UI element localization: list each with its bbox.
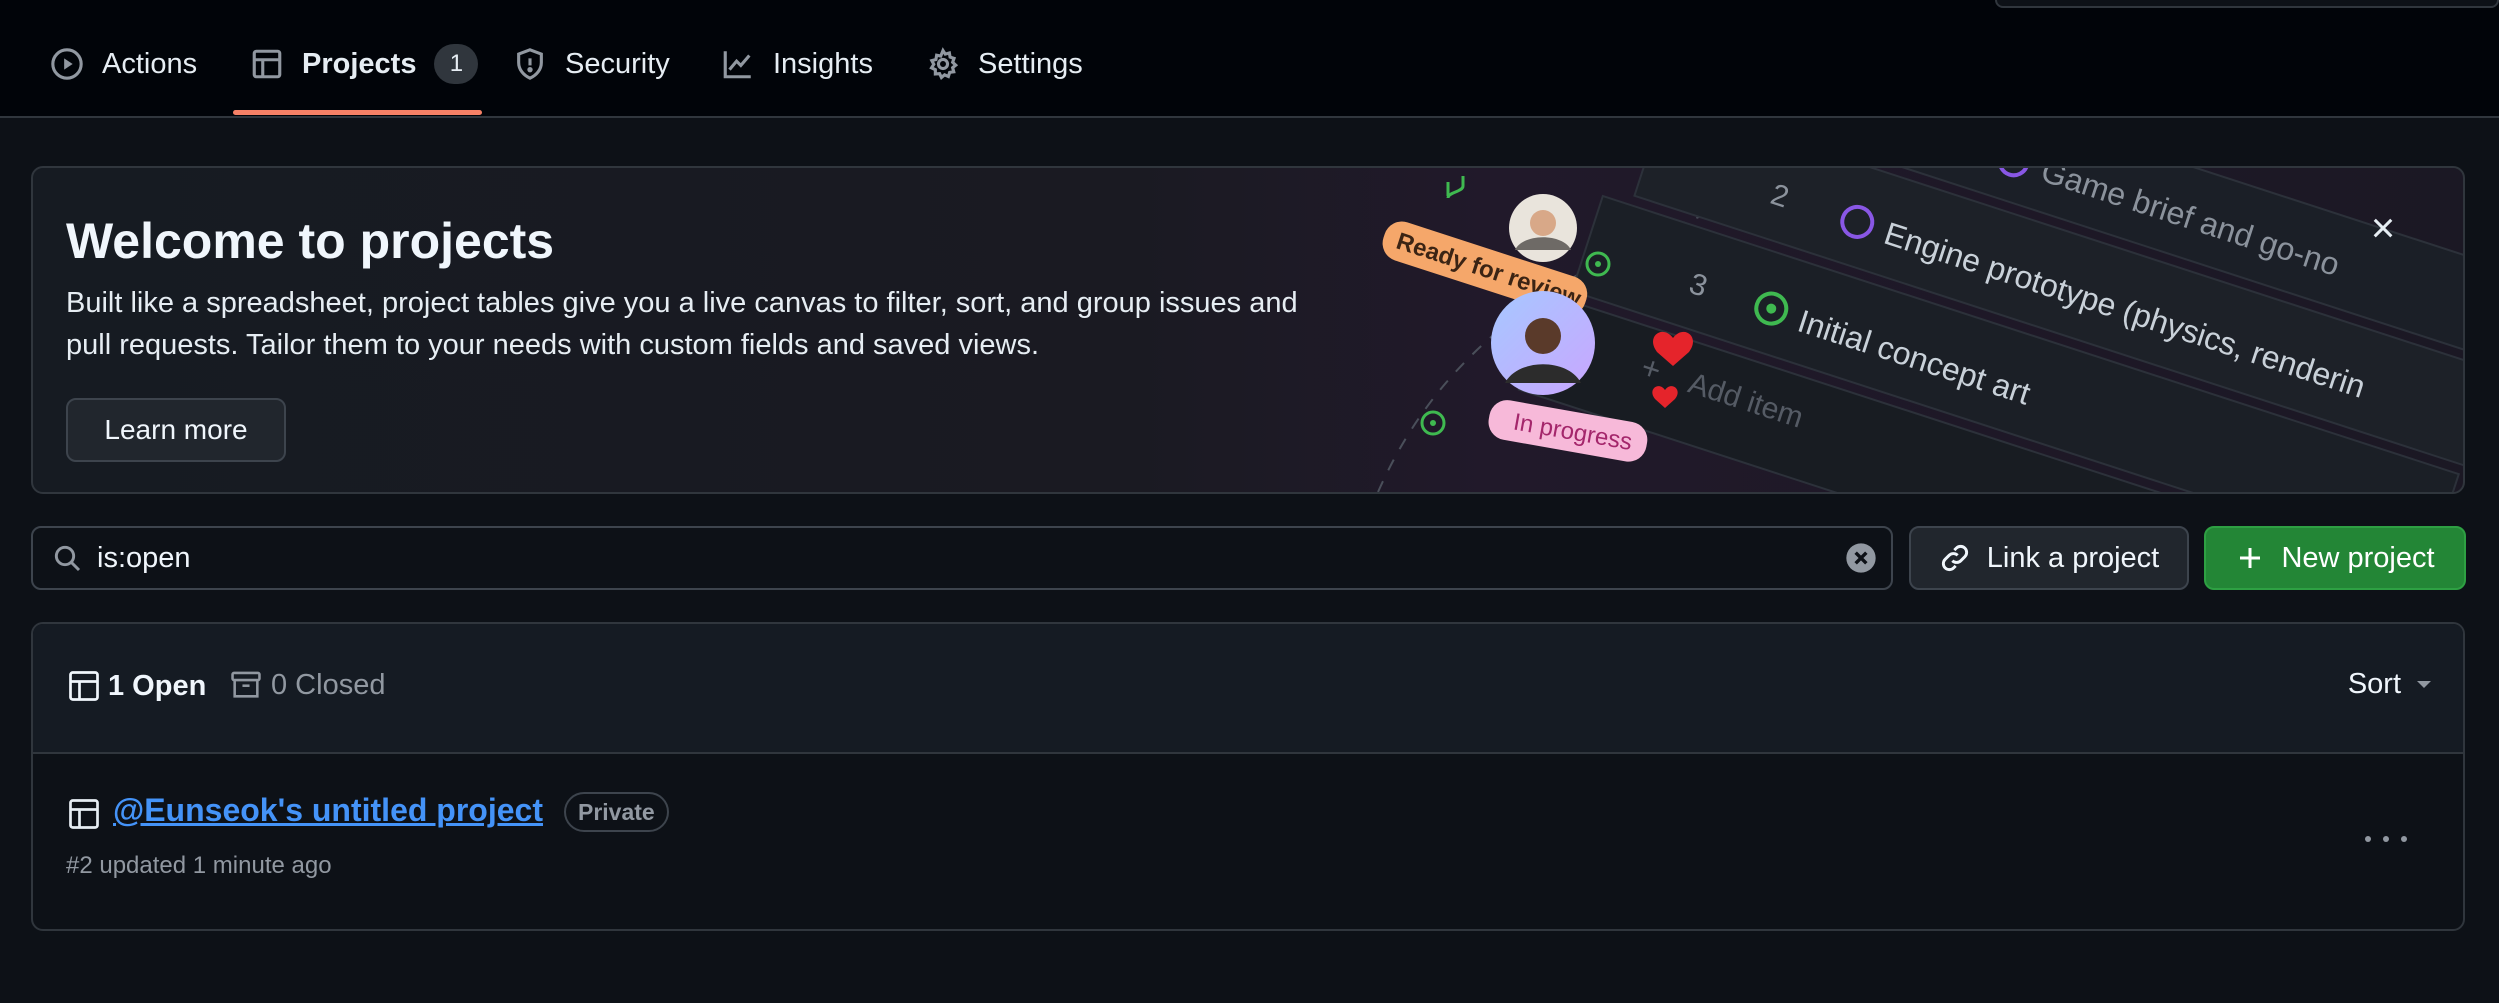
project-title-link[interactable]: @Eunseok's untitled project <box>113 792 543 829</box>
learn-more-button[interactable]: Learn more <box>66 398 286 462</box>
table-icon <box>69 799 99 829</box>
plus-icon <box>2240 548 2261 568</box>
link-project-button[interactable]: Link a project <box>1909 526 2189 590</box>
open-filter[interactable]: 1 Open <box>66 668 206 704</box>
closed-filter[interactable]: 0 Closed <box>229 668 385 702</box>
archive-icon <box>231 671 261 698</box>
search-query-value[interactable]: is:open <box>97 542 191 575</box>
banner-title: Welcome to projects <box>66 213 555 269</box>
tab-label: Projects <box>302 47 417 80</box>
banner-illustration: Game brief and go-no ype 2 Engine protot… <box>1377 168 2463 492</box>
play-circle-icon <box>51 48 83 80</box>
projects-list: 1 Open 0 Closed Sort @Eunseok's untitled… <box>31 622 2465 931</box>
more-options-icon[interactable] <box>2365 824 2407 854</box>
project-row: @Eunseok's untitled project Private #2 u… <box>33 754 2463 927</box>
clear-search-icon[interactable] <box>1845 542 1877 574</box>
tab-counter: 1 <box>434 44 479 84</box>
closed-count-label: 0 Closed <box>271 668 386 701</box>
tab-actions[interactable]: Actions <box>50 42 197 86</box>
tab-insights[interactable]: Insights <box>721 42 873 86</box>
link-project-label: Link a project <box>1986 541 2160 574</box>
tab-security[interactable]: Security <box>513 42 670 86</box>
caret-down-icon <box>2417 680 2431 688</box>
new-project-button[interactable]: New project <box>2204 526 2466 590</box>
active-tab-indicator <box>233 110 482 115</box>
tab-label: Insights <box>773 47 873 80</box>
tab-projects[interactable]: Projects 1 <box>250 42 479 86</box>
repo-nav: Actions Projects 1 Security Insights Set… <box>0 0 2499 118</box>
table-icon <box>252 49 282 79</box>
open-count-label: 1 Open <box>108 669 207 702</box>
graph-icon <box>723 51 751 79</box>
banner-description: Built like a spreadsheet, project tables… <box>66 287 1298 361</box>
tab-label: Settings <box>978 47 1083 80</box>
close-icon[interactable]: × <box>2363 207 2403 249</box>
visibility-badge: Private <box>564 792 669 832</box>
project-meta: #2 updated 1 minute ago <box>66 852 332 879</box>
search-icon <box>54 545 81 572</box>
tab-settings[interactable]: Settings <box>926 42 1083 86</box>
header-search-box-edge[interactable] <box>1995 0 2499 8</box>
sort-label: Sort <box>2347 668 2401 700</box>
welcome-banner: Welcome to projects Built like a spreads… <box>31 166 2465 494</box>
project-search-input[interactable]: is:open <box>31 526 1893 590</box>
tab-label: Security <box>565 47 670 80</box>
link-icon <box>1941 544 1968 572</box>
projects-list-header: 1 Open 0 Closed Sort <box>33 624 2463 754</box>
tab-label: Actions <box>102 47 198 80</box>
shield-icon <box>517 48 543 80</box>
sort-dropdown[interactable]: Sort <box>2348 668 2433 701</box>
new-project-label: New project <box>2281 541 2435 574</box>
table-icon <box>69 671 99 701</box>
gear-icon <box>929 47 959 80</box>
